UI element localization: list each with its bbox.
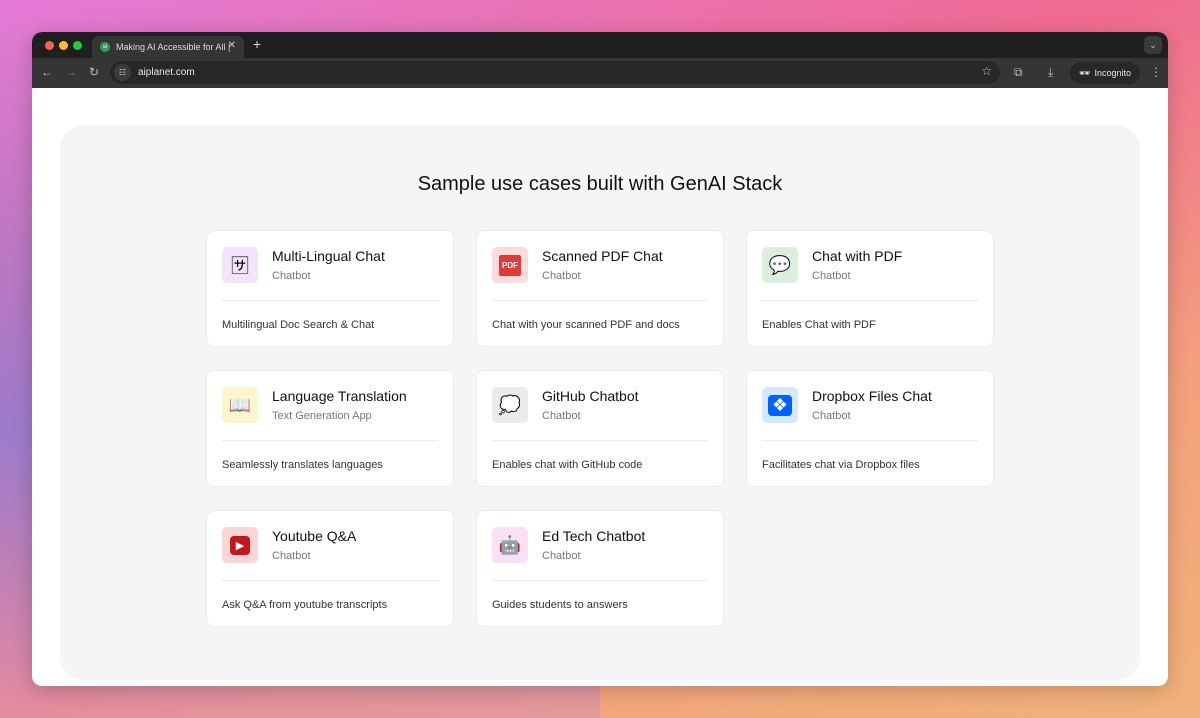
maximize-window-button[interactable] — [73, 41, 82, 50]
robot-icon: 🤖 — [492, 527, 528, 563]
card-category: Chatbot — [272, 550, 311, 562]
use-case-card[interactable]: ❖ Dropbox Files Chat Chatbot Facilitates… — [746, 370, 994, 487]
icon-glyph: 🤖 — [498, 534, 522, 555]
tab-title: Making AI Accessible for All | — [116, 42, 231, 52]
divider — [762, 300, 978, 301]
card-description: Chat with your scanned PDF and docs — [492, 319, 680, 331]
favicon-icon: ai — [100, 42, 110, 52]
extensions-icon[interactable]: ⧉ — [1014, 65, 1023, 80]
use-cases-section: Sample use cases built with GenAI Stack … — [60, 125, 1140, 680]
new-tab-icon[interactable]: + — [253, 36, 261, 52]
menu-kebab-icon[interactable]: ⋮ — [1150, 65, 1162, 79]
site-settings-icon[interactable]: ☷ — [114, 64, 131, 81]
section-title: Sample use cases built with GenAI Stack — [417, 173, 783, 195]
card-title: Chat with PDF — [812, 248, 903, 264]
browser-tab[interactable]: ai Making AI Accessible for All | ✕ — [92, 36, 244, 58]
speech-bubble-icon: 💭 — [492, 387, 528, 423]
card-title: Scanned PDF Chat — [542, 248, 663, 264]
card-category: Chatbot — [812, 270, 851, 282]
forward-icon[interactable]: → — [65, 65, 77, 79]
icon-glyph: 🈂 — [231, 256, 249, 276]
icon-glyph: ❖ — [767, 394, 793, 416]
card-title: Ed Tech Chatbot — [542, 528, 646, 544]
icon-glyph: 💬 — [768, 254, 792, 275]
icon-glyph: ▶ — [229, 535, 251, 555]
browser-window: ai Making AI Accessible for All | ✕ + ⌄ … — [32, 32, 1168, 686]
use-case-card[interactable]: 💬 Chat with PDF Chatbot Enables Chat wit… — [746, 230, 994, 347]
close-window-button[interactable] — [45, 41, 54, 50]
incognito-badge[interactable]: 🕶 Incognito — [1070, 62, 1140, 84]
url-input[interactable]: ☷ aiplanet.com ☆ — [110, 61, 1000, 84]
url-text: aiplanet.com — [138, 67, 195, 78]
card-description: Multilingual Doc Search & Chat — [222, 319, 375, 331]
divider — [762, 440, 978, 441]
pdf-icon: PDF — [492, 247, 528, 283]
card-description: Ask Q&A from youtube transcripts — [222, 599, 388, 611]
card-description: Enables Chat with PDF — [762, 319, 876, 331]
use-case-card[interactable]: 🤖 Ed Tech Chatbot Chatbot Guides student… — [476, 510, 724, 627]
icon-glyph: 💭 — [498, 394, 522, 415]
divider — [222, 440, 438, 441]
address-bar: ← → ↻ ☷ aiplanet.com ☆ ⧉ ⤓ 🕶 Incognito ⋮ — [32, 58, 1168, 88]
card-description: Facilitates chat via Dropbox files — [762, 459, 920, 471]
translate-icon: 🈂 — [222, 247, 258, 283]
card-title: Language Translation — [272, 388, 407, 404]
card-title: Dropbox Files Chat — [812, 388, 932, 404]
download-icon[interactable]: ⤓ — [1048, 65, 1053, 80]
card-category: Chatbot — [542, 410, 581, 422]
divider — [492, 440, 708, 441]
close-tab-icon[interactable]: ✕ — [228, 40, 236, 51]
use-case-card[interactable]: 📖 Language Translation Text Generation A… — [206, 370, 454, 487]
card-description: Guides students to answers — [492, 599, 628, 611]
tab-bar: ai Making AI Accessible for All | ✕ + ⌄ — [32, 32, 1168, 58]
use-case-card[interactable]: ▶ Youtube Q&A Chatbot Ask Q&A from youtu… — [206, 510, 454, 627]
chat-bubbles-icon: 💬 — [762, 247, 798, 283]
use-case-card[interactable]: PDF Scanned PDF Chat Chatbot Chat with y… — [476, 230, 724, 347]
card-category: Chatbot — [542, 550, 581, 562]
icon-glyph: 📖 — [228, 394, 252, 415]
book-icon: 📖 — [222, 387, 258, 423]
divider — [492, 580, 708, 581]
card-category: Chatbot — [272, 270, 311, 282]
use-case-card[interactable]: 🈂 Multi-Lingual Chat Chatbot Multilingua… — [206, 230, 454, 347]
card-title: Multi-Lingual Chat — [272, 248, 385, 264]
reload-icon[interactable]: ↻ — [89, 65, 99, 79]
card-category: Chatbot — [812, 410, 851, 422]
card-category: Chatbot — [542, 270, 581, 282]
card-title: GitHub Chatbot — [542, 388, 639, 404]
divider — [492, 300, 708, 301]
card-description: Enables chat with GitHub code — [492, 459, 643, 471]
incognito-label: Incognito — [1094, 68, 1131, 78]
divider — [222, 580, 438, 581]
youtube-icon: ▶ — [222, 527, 258, 563]
back-icon[interactable]: ← — [41, 65, 53, 79]
tab-search-chevron-down-icon[interactable]: ⌄ — [1144, 36, 1162, 54]
minimize-window-button[interactable] — [59, 41, 68, 50]
card-category: Text Generation App — [272, 410, 372, 422]
bookmark-star-icon[interactable]: ☆ — [981, 64, 992, 78]
card-description: Seamlessly translates languages — [222, 459, 383, 471]
incognito-icon: 🕶 — [1079, 67, 1091, 78]
card-title: Youtube Q&A — [272, 528, 357, 544]
divider — [222, 300, 438, 301]
use-case-card[interactable]: 💭 GitHub Chatbot Chatbot Enables chat wi… — [476, 370, 724, 487]
icon-glyph: PDF — [499, 254, 521, 276]
dropbox-icon: ❖ — [762, 387, 798, 423]
